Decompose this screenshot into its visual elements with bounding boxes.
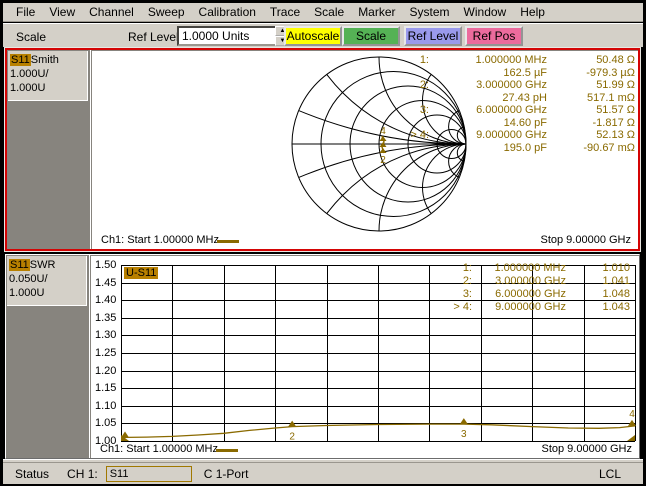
smith-stimulus-bar: Ch1: Start 1.00000 MHz Stop 9.00000 GHz — [92, 233, 638, 249]
trace-id-badge: S11 — [10, 54, 31, 66]
menu-bar: FileViewChannelSweepCalibrationTraceScal… — [3, 3, 643, 22]
y-axis-tick-label: 1.10 — [95, 400, 121, 412]
menu-item-trace[interactable]: Trace — [263, 4, 307, 20]
marker-readout-row: 162.5 µF-979.3 µΩ — [387, 67, 635, 80]
trace-id-badge: S11 — [9, 259, 30, 271]
marker-readout-row: 195.0 pF-90.67 mΩ — [387, 142, 635, 155]
swr-plot-area[interactable]: 2 3 4 U-S11 1:1.000000 MHz1.0102:3.000000 … — [90, 255, 639, 458]
lcl-mode-label: LCL — [599, 467, 621, 481]
y-axis-tick-label: 1.35 — [95, 312, 121, 324]
measurement-box[interactable]: S11 — [106, 466, 192, 482]
menu-item-system[interactable]: System — [403, 4, 457, 20]
y-axis-tick-label: 1.30 — [95, 329, 121, 341]
marker-readout-row: 1:1.000000 MHz1.010 — [432, 262, 630, 275]
swr-marker-readout: 1:1.000000 MHz1.0102:3.000000 GHz1.0413:… — [432, 262, 630, 314]
marker-readout-row: 3:6.000000 GHz51.57 Ω — [387, 104, 635, 117]
trace-color-key — [216, 449, 238, 452]
y-axis-tick-label: 1.05 — [95, 417, 121, 429]
ref-level-button[interactable]: Ref Level — [404, 26, 462, 46]
menu-item-marker[interactable]: Marker — [351, 4, 402, 20]
autoscale-button[interactable]: Autoscale — [284, 26, 342, 46]
swr-trace-sidebar: S11SWR 0.050U/ 1.000U — [6, 255, 90, 458]
toolbar: Scale Ref Level 1.0000 Units ▲ ▼ Autosca… — [3, 23, 643, 47]
menu-item-calibration[interactable]: Calibration — [192, 4, 263, 20]
menu-item-sweep[interactable]: Sweep — [141, 4, 192, 20]
menu-item-help[interactable]: Help — [513, 4, 552, 20]
smith-trace-info[interactable]: S11Smith 1.000U/ 1.000U — [8, 51, 88, 101]
marker-readout-row: 27.43 pH517.1 mΩ — [387, 92, 635, 105]
menu-item-file[interactable]: File — [9, 4, 42, 20]
y-axis-tick-label: 1.20 — [95, 365, 121, 377]
trace-format-label: Smith — [31, 54, 59, 66]
y-axis-tick-label: 1.00 — [95, 435, 121, 447]
start-frequency-label: Ch1: Start 1.00000 MHz — [101, 234, 219, 246]
status-label: Status — [15, 467, 49, 481]
trace-name-badge: U-S11 — [124, 267, 158, 279]
marker-readout-row: 3:6.000000 GHz1.048 — [432, 288, 630, 301]
marker-readout-row: 14.60 pF-1.817 Ω — [387, 117, 635, 130]
smith-marker-readout: 1:1.000000 MHz50.48 Ω162.5 µF-979.3 µΩ2:… — [387, 54, 635, 154]
app-window: FileViewChannelSweepCalibrationTraceScal… — [0, 0, 646, 486]
menu-item-scale[interactable]: Scale — [307, 4, 351, 20]
marker-readout-row: > 4:9.000000 GHz52.13 Ω — [387, 129, 635, 142]
y-axis-tick-label: 1.40 — [95, 294, 121, 306]
menu-item-view[interactable]: View — [42, 4, 82, 20]
y-axis-tick-label: 1.25 — [95, 347, 121, 359]
scale-button[interactable]: Scale — [342, 26, 400, 46]
channel-label: CH 1: — [67, 467, 98, 481]
svg-text:2: 2 — [380, 155, 386, 166]
status-bar: Status CH 1: S11 C 1-Port LCL — [3, 462, 643, 484]
toolbar-title: Scale — [16, 30, 46, 44]
marker-readout-row: 2:3.000000 GHz1.041 — [432, 275, 630, 288]
svg-text:4: 4 — [629, 409, 635, 420]
swr-stimulus-bar: Ch1: Start 1.00000 MHz Stop 9.00000 GHz — [91, 442, 639, 458]
cal-status-label: C 1-Port — [204, 467, 249, 481]
swr-trace-info[interactable]: S11SWR 0.050U/ 1.000U — [7, 256, 87, 306]
menu-item-channel[interactable]: Channel — [82, 4, 141, 20]
trace-ref-label: 1.000U — [10, 81, 87, 95]
trace-scale-label: 0.050U/ — [9, 272, 86, 286]
y-axis-tick-label: 1.45 — [95, 277, 121, 289]
marker-readout-row: 2:3.000000 GHz51.99 Ω — [387, 79, 635, 92]
trace-format-label: SWR — [30, 259, 56, 271]
marker-readout-row: > 4:9.000000 GHz1.043 — [432, 301, 630, 314]
svg-text:2: 2 — [289, 432, 295, 442]
trace-ref-label: 1.000U — [9, 286, 86, 300]
stop-frequency-label: Stop 9.00000 GHz — [540, 234, 631, 246]
trace-scale-label: 1.000U/ — [10, 67, 87, 81]
smith-chart-panel[interactable]: S11Smith 1.000U/ 1.000U 4 2 1:1.000000 MH… — [5, 48, 640, 251]
stop-frequency-label: Stop 9.00000 GHz — [541, 443, 632, 455]
y-axis-tick-label: 1.50 — [95, 259, 121, 271]
smith-plot-area[interactable]: 4 2 1:1.000000 MHz50.48 Ω162.5 µF-979.3 µ… — [91, 50, 638, 249]
ref-level-label: Ref Level — [128, 30, 179, 44]
svg-text:3: 3 — [461, 429, 467, 440]
swr-panel[interactable]: S11SWR 0.050U/ 1.000U 2 3 4 U-S11 1:1.0000… — [5, 254, 640, 459]
svg-text:4: 4 — [380, 126, 386, 137]
ref-pos-button[interactable]: Ref Pos — [465, 26, 523, 46]
ref-level-input[interactable]: 1.0000 Units — [177, 26, 279, 46]
smith-trace-sidebar: S11Smith 1.000U/ 1.000U — [7, 50, 91, 249]
y-axis-tick-label: 1.15 — [95, 382, 121, 394]
menu-item-window[interactable]: Window — [457, 4, 514, 20]
trace-color-key — [217, 240, 239, 243]
marker-readout-row: 1:1.000000 MHz50.48 Ω — [387, 54, 635, 67]
